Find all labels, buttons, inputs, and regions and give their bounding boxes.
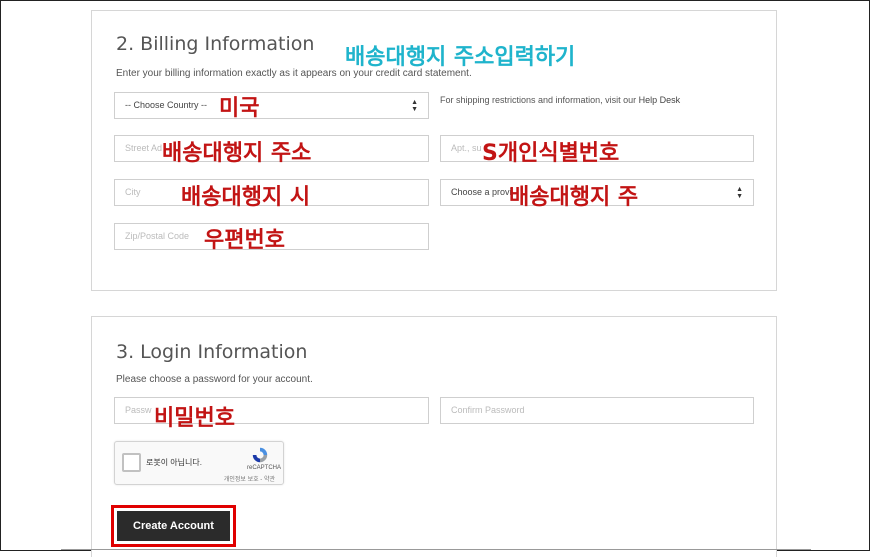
annotation-country: 미국 [219,96,260,121]
annotation-apt: S개인식별번호 [482,141,620,166]
annotation-city: 배송대행지 시 [181,185,311,210]
annotation-street: 배송대행지 주소 [162,141,312,166]
shipping-help-text: For shipping restrictions and informatio… [440,95,681,105]
confirm-password-input[interactable]: Confirm Password [440,397,754,424]
annotation-province: 배송대행지 주 [509,185,639,210]
login-subtitle: Please choose a password for your accoun… [116,374,313,385]
country-select[interactable]: -- Choose Country -- ▲ ▼ [114,92,429,119]
recaptcha-links[interactable]: 개인정보 보호 - 약관 [224,474,275,483]
help-desk-link[interactable]: Help Desk [639,95,681,105]
login-title: 3. Login Information [116,341,308,363]
annotation-zip: 우편번호 [204,228,285,253]
recaptcha-label: 로봇이 아닙니다. [146,458,202,467]
login-section: 3. Login Information Please choose a pas… [91,316,777,557]
create-account-highlight: Create Account [111,505,236,547]
recaptcha-brand: reCAPTCHA [246,465,281,471]
recaptcha-checkbox[interactable] [122,453,141,472]
select-arrows-icon: ▲ ▼ [736,186,743,200]
billing-title: 2. Billing Information [116,33,315,55]
recaptcha-widget: 로봇이 아닙니다. reCAPTCHA 개인정보 보호 - 약관 [114,441,284,485]
country-select-value: -- Choose Country -- [125,100,208,110]
bottom-divider [61,549,811,550]
screenshot-frame: 2. Billing Information Enter your billin… [0,0,870,557]
recaptcha-logo-icon [252,447,268,463]
annotation-header: 배송대행지 주소입력하기 [345,45,576,70]
create-account-button[interactable]: Create Account [117,511,230,541]
select-arrows-icon: ▲ ▼ [411,99,418,113]
annotation-password: 비밀번호 [154,406,235,431]
